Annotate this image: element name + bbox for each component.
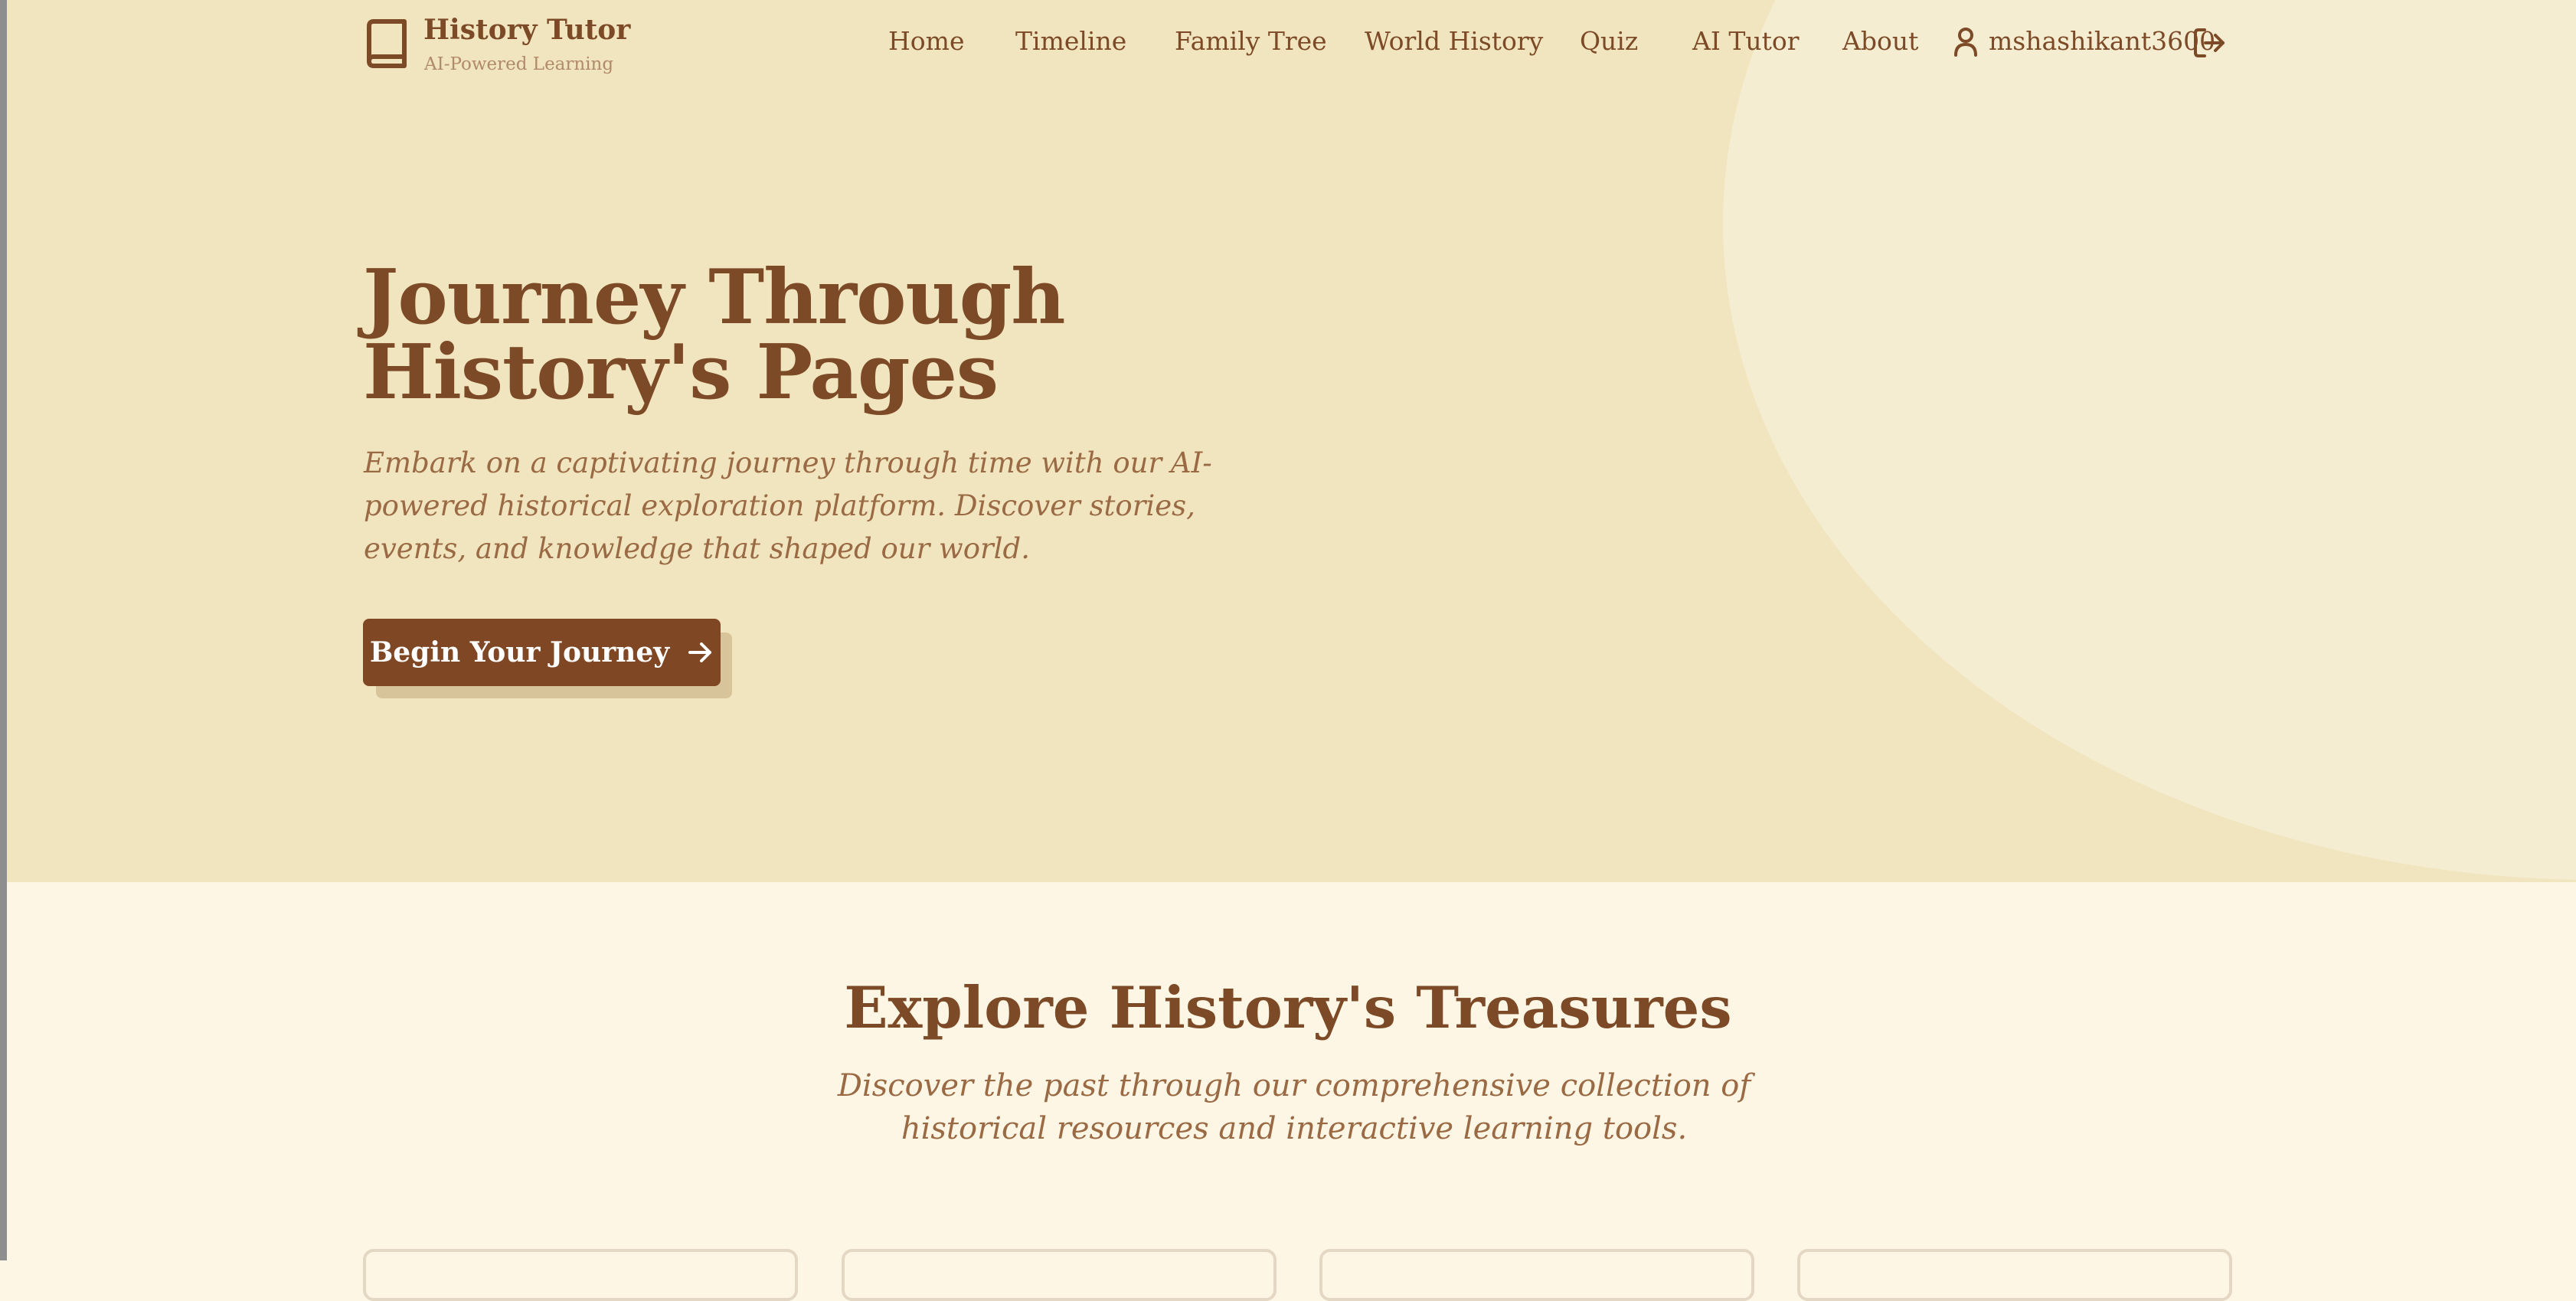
nav-link-ai-tutor[interactable]: AI Tutor (1692, 26, 1800, 56)
hero-decorative-circle (1723, 0, 2576, 880)
book-icon (367, 19, 407, 68)
begin-journey-button[interactable]: Begin Your Journey (363, 619, 721, 686)
user-icon (1954, 28, 1977, 57)
begin-journey-label: Begin Your Journey (369, 636, 670, 668)
feature-card[interactable] (1319, 1249, 1754, 1301)
nav-link-about[interactable]: About (1842, 26, 1918, 56)
nav-link-world-history[interactable]: World History (1365, 26, 1543, 56)
hero-description: Embark on a captivating journey through … (364, 446, 1212, 565)
brand-title[interactable]: History Tutor (423, 14, 630, 46)
explore-section-title: Explore History's Treasures (844, 974, 1732, 1041)
username-label[interactable]: mshashikant3600 (1989, 26, 2215, 56)
nav-link-family-tree[interactable]: Family Tree (1175, 26, 1327, 56)
window-left-edge (0, 0, 7, 1260)
hero-title-line-2: History's Pages (363, 329, 999, 417)
arrow-right-icon (688, 642, 712, 662)
logout-icon[interactable] (2193, 28, 2225, 58)
feature-card[interactable] (363, 1249, 798, 1301)
nav-link-quiz[interactable]: Quiz (1580, 26, 1638, 56)
top-navigation: History Tutor AI-Powered Learning Home T… (0, 0, 2576, 86)
hero-section (7, 0, 2576, 882)
explore-section-description: Discover the past through our comprehens… (837, 1068, 1751, 1146)
feature-card[interactable] (842, 1249, 1277, 1301)
feature-card[interactable] (1797, 1249, 2232, 1301)
brand-subtitle: AI-Powered Learning (424, 54, 614, 74)
hero-title: Journey Through History's Pages (363, 260, 1065, 410)
nav-link-home[interactable]: Home (888, 26, 964, 56)
nav-link-timeline[interactable]: Timeline (1015, 26, 1126, 56)
